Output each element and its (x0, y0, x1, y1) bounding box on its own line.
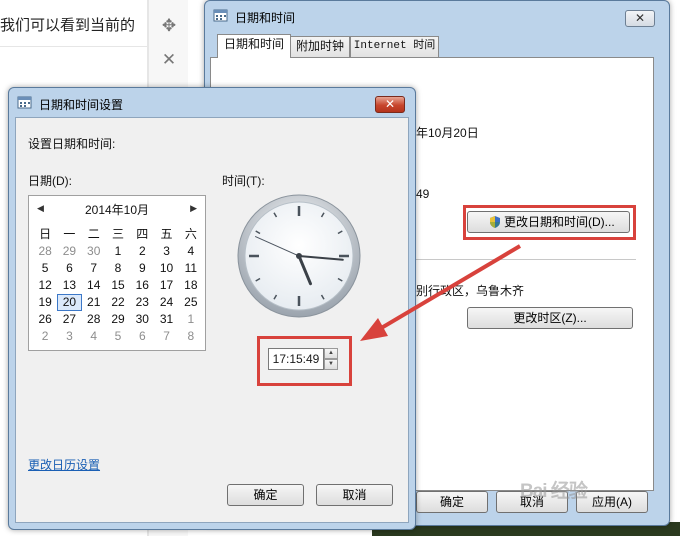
watermark: Bai 经验 (520, 481, 588, 502)
tab-date-and-time[interactable]: 日期和时间 (217, 34, 291, 58)
annotation-arrow (360, 244, 522, 341)
